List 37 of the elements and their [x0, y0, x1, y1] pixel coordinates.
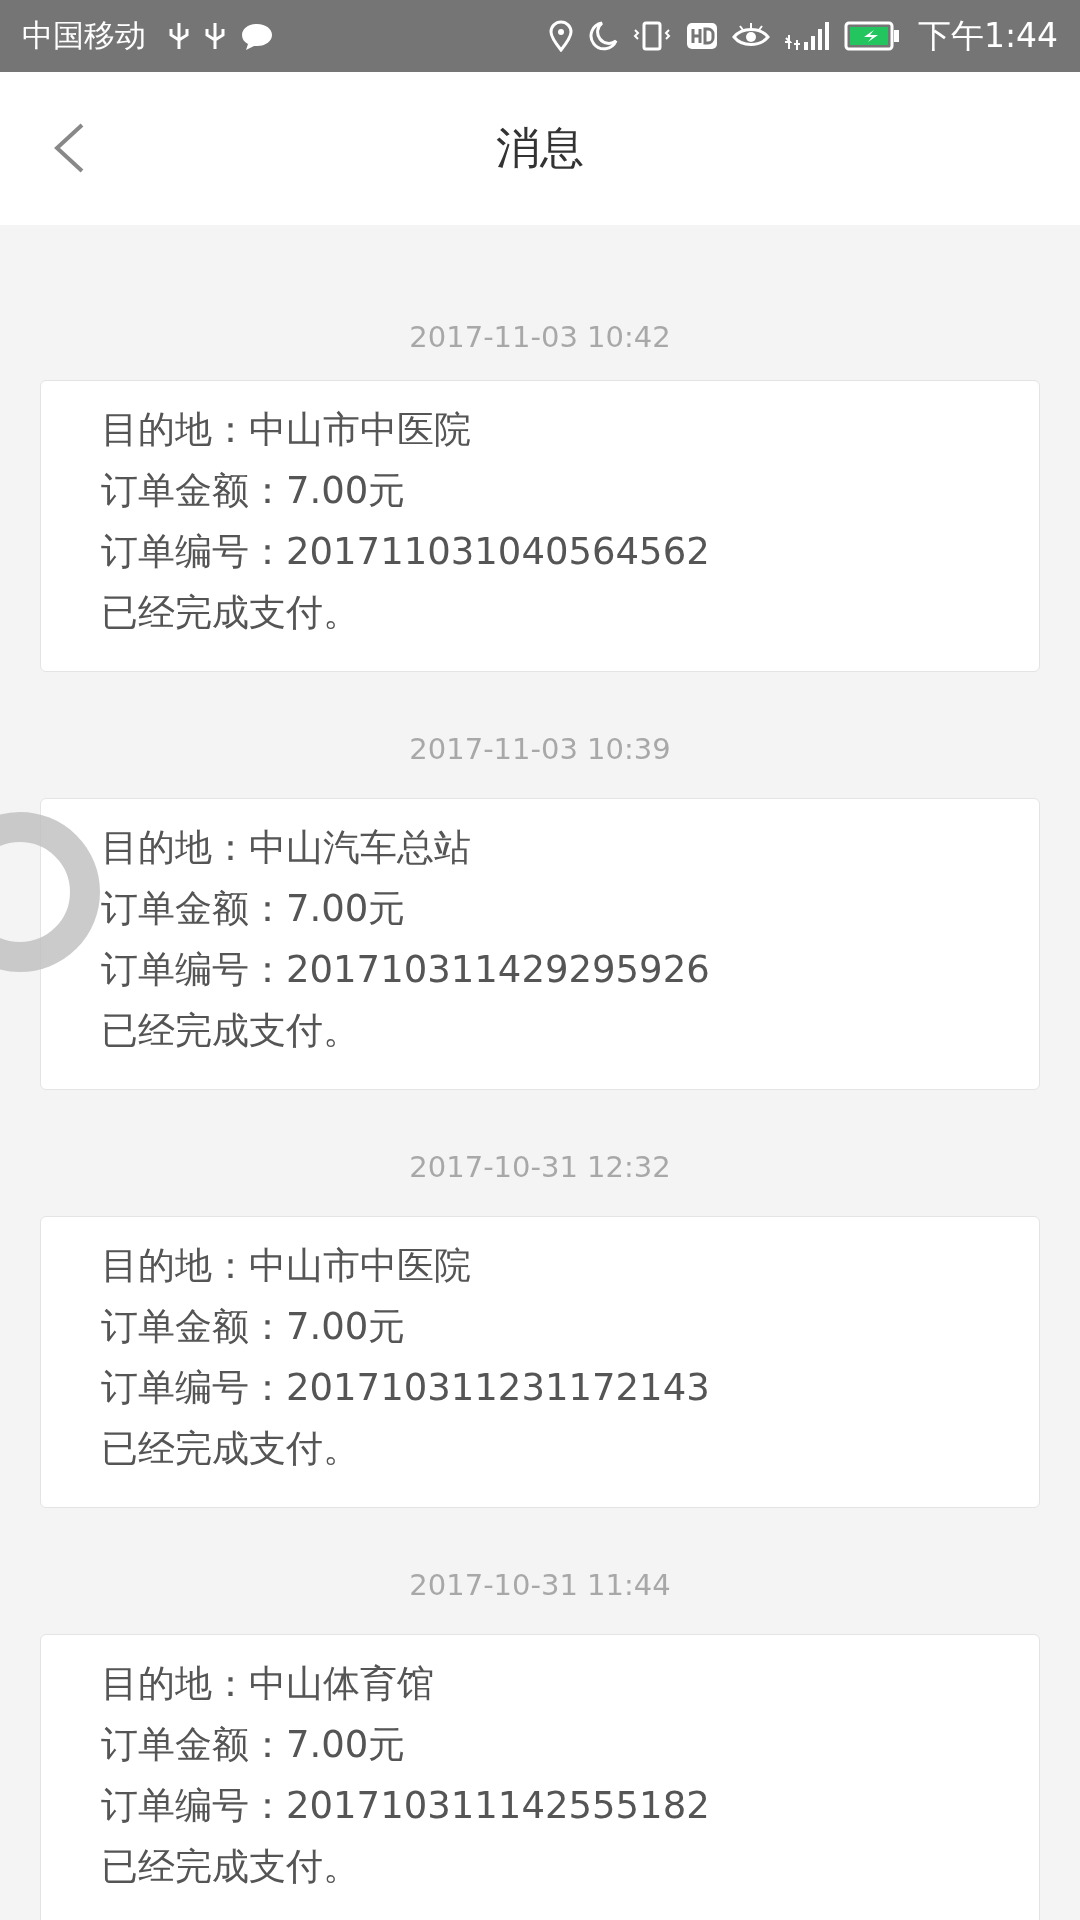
message-card[interactable]: 目的地：中山体育馆 订单金额：7.00元 订单编号：201710311142555182 已经完成支付。 — [40, 1634, 1040, 1920]
message-card[interactable]: 目的地：中山市中医院 订单金额：7.00元 订单编号：201711031040564562 已经完成支付。 — [40, 380, 1040, 672]
message-line: 目的地：中山市中医院 — [101, 407, 472, 453]
message-line: 订单金额：7.00元 — [101, 468, 407, 514]
message-line: 已经完成支付。 — [101, 1426, 361, 1472]
location-icon — [547, 20, 574, 52]
vibrate-icon — [631, 20, 672, 52]
message-line: 已经完成支付。 — [101, 1008, 361, 1054]
message-line: 已经完成支付。 — [101, 1844, 361, 1890]
message-card[interactable]: 目的地：中山汽车总站 订单金额：7.00元 订单编号：201710311429295926 已经完成支付。 — [40, 798, 1040, 1090]
message-card[interactable]: 目的地：中山市中医院 订单金额：7.00元 订单编号：201710311231172143 已经完成支付。 — [40, 1216, 1040, 1508]
usb-icon — [204, 21, 226, 51]
hd-icon — [685, 22, 718, 50]
message-time: 2017-11-03 10:39 — [408, 730, 672, 768]
message-line: 订单金额：7.00元 — [101, 1304, 407, 1350]
message-line: 已经完成支付。 — [101, 590, 361, 636]
message-line: 目的地：中山体育馆 — [101, 1661, 435, 1707]
signal-icon — [783, 20, 830, 52]
message-line: 订单编号：201711031040564562 — [101, 529, 711, 575]
message-line: 目的地：中山市中医院 — [101, 1243, 472, 1289]
message-line: 订单金额：7.00元 — [101, 886, 407, 932]
chat-icon — [240, 21, 274, 51]
message-time: 2017-11-03 10:42 — [408, 319, 672, 356]
message-line: 订单编号：201710311142555182 — [101, 1783, 711, 1829]
message-line: 订单编号：201710311231172143 — [101, 1365, 711, 1411]
message-line: 订单金额：7.00元 — [101, 1722, 407, 1768]
back-icon[interactable] — [52, 122, 86, 174]
message-time: 2017-10-31 11:44 — [408, 1566, 672, 1604]
clock: 下午1:44 — [917, 14, 1058, 57]
usb-icon — [168, 21, 190, 51]
message-time: 2017-10-31 12:32 — [408, 1148, 672, 1186]
message-line: 订单编号：201710311429295926 — [101, 947, 711, 993]
battery-icon — [843, 21, 900, 51]
message-line: 目的地：中山汽车总站 — [101, 825, 472, 871]
moon-icon — [587, 20, 618, 52]
page-title: 消息 — [496, 121, 584, 175]
carrier-name: 中国移动 — [22, 16, 146, 55]
